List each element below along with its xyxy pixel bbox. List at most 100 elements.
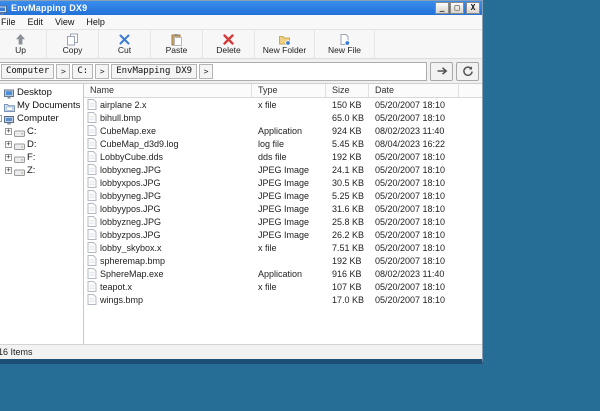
cell-date: 08/02/2023 11:40 bbox=[369, 126, 459, 136]
up-button[interactable]: Up bbox=[0, 30, 47, 58]
file-icon bbox=[87, 281, 97, 292]
cell-name: SphereMap.exe bbox=[84, 268, 252, 279]
breadcrumb-segment[interactable]: Computer bbox=[1, 64, 54, 79]
new-file-button[interactable]: New File bbox=[315, 30, 375, 58]
delete-button[interactable]: Delete bbox=[203, 30, 255, 58]
tree-item-z-[interactable]: +Z: bbox=[0, 164, 83, 177]
breadcrumb-chevron-icon[interactable]: > bbox=[56, 64, 70, 79]
cell-size: 26.2 KB bbox=[326, 230, 369, 240]
file-manager-window: EnvMapping DX9 _ □ X FileEditViewHelp Up… bbox=[0, 0, 483, 364]
cell-name: spheremap.bmp bbox=[84, 255, 252, 266]
file-icon bbox=[87, 268, 97, 279]
expand-icon[interactable]: + bbox=[5, 128, 12, 135]
title-bar[interactable]: EnvMapping DX9 _ □ X bbox=[0, 1, 482, 15]
file-icon bbox=[87, 112, 97, 123]
new-folder-button[interactable]: New Folder bbox=[255, 30, 315, 58]
breadcrumb-segment[interactable]: EnvMapping DX9 bbox=[111, 64, 197, 79]
go-button[interactable] bbox=[430, 62, 453, 81]
table-row[interactable]: LobbyCube.ddsdds file192 KB05/20/2007 18… bbox=[84, 150, 482, 163]
expand-icon[interactable]: + bbox=[5, 141, 12, 148]
table-row[interactable]: teapot.xx file107 KB05/20/2007 18:10 bbox=[84, 280, 482, 293]
documents-folder-icon bbox=[4, 100, 15, 111]
drive-icon bbox=[14, 152, 25, 163]
table-row[interactable]: airplane 2.xx file150 KB05/20/2007 18:10 bbox=[84, 98, 482, 111]
table-row[interactable]: lobbyxpos.JPGJPEG Image30.5 KB05/20/2007… bbox=[84, 176, 482, 189]
file-name: lobbyzneg.JPG bbox=[100, 217, 161, 227]
table-row[interactable]: lobbyyneg.JPGJPEG Image5.25 KB05/20/2007… bbox=[84, 189, 482, 202]
file-name: lobbyxpos.JPG bbox=[100, 178, 161, 188]
file-name: lobbyyneg.JPG bbox=[100, 191, 161, 201]
file-name: lobby_skybox.x bbox=[100, 243, 162, 253]
toolbar-button-label: Copy bbox=[63, 46, 83, 55]
cell-date: 08/02/2023 11:40 bbox=[369, 269, 459, 279]
breadcrumb-chevron-icon[interactable]: > bbox=[95, 64, 109, 79]
tree-item-desktop[interactable]: Desktop bbox=[0, 86, 83, 99]
toolbar-button-label: Cut bbox=[118, 46, 131, 55]
maximize-button[interactable]: □ bbox=[450, 2, 464, 14]
cell-date: 05/20/2007 18:10 bbox=[369, 191, 459, 201]
table-row[interactable]: bihull.bmp65.0 KB05/20/2007 18:10 bbox=[84, 111, 482, 124]
refresh-button[interactable] bbox=[456, 62, 479, 81]
cell-date: 05/20/2007 18:10 bbox=[369, 165, 459, 175]
menu-item-help[interactable]: Help bbox=[80, 15, 111, 30]
table-row[interactable]: lobby_skybox.xx file7.51 KB05/20/2007 18… bbox=[84, 241, 482, 254]
cell-name: CubeMap.exe bbox=[84, 125, 252, 136]
minimize-button[interactable]: _ bbox=[435, 2, 449, 14]
file-icon bbox=[87, 164, 97, 175]
cell-size: 31.6 KB bbox=[326, 204, 369, 214]
tree-item-d-[interactable]: +D: bbox=[0, 138, 83, 151]
table-row[interactable]: lobbyypos.JPGJPEG Image31.6 KB05/20/2007… bbox=[84, 202, 482, 215]
cell-date: 05/20/2007 18:10 bbox=[369, 100, 459, 110]
cell-type: Application bbox=[252, 126, 326, 136]
cell-type: JPEG Image bbox=[252, 191, 326, 201]
cell-size: 25.8 KB bbox=[326, 217, 369, 227]
cell-size: 17.0 KB bbox=[326, 295, 369, 305]
file-icon bbox=[87, 177, 97, 188]
expand-icon[interactable]: + bbox=[5, 167, 12, 174]
list-header: NameTypeSizeDate bbox=[84, 84, 482, 98]
cut-button[interactable]: Cut bbox=[99, 30, 151, 58]
column-header-size[interactable]: Size bbox=[326, 84, 369, 97]
tree-item-c-[interactable]: +C: bbox=[0, 125, 83, 138]
cell-date: 05/20/2007 18:10 bbox=[369, 256, 459, 266]
paste-button[interactable]: Paste bbox=[151, 30, 203, 58]
file-name: CubeMap.exe bbox=[100, 126, 156, 136]
collapse-icon[interactable]: - bbox=[0, 115, 2, 122]
tree-item-f-[interactable]: + F: bbox=[0, 151, 83, 164]
cell-name: airplane 2.x bbox=[84, 99, 252, 110]
breadcrumb-chevron-icon[interactable]: > bbox=[199, 64, 213, 79]
column-header-date[interactable]: Date bbox=[369, 84, 459, 97]
tree-item-label: My Documents bbox=[17, 100, 80, 111]
table-row[interactable]: lobbyzpos.JPGJPEG Image26.2 KB05/20/2007… bbox=[84, 228, 482, 241]
cell-date: 05/20/2007 18:10 bbox=[369, 113, 459, 123]
toolbar-button-label: Delete bbox=[216, 46, 241, 55]
cell-date: 05/20/2007 18:10 bbox=[369, 178, 459, 188]
column-header-name[interactable]: Name bbox=[84, 84, 252, 97]
column-header-type[interactable]: Type bbox=[252, 84, 326, 97]
cell-date: 05/20/2007 18:10 bbox=[369, 217, 459, 227]
tree-item-my-documents[interactable]: My Documents bbox=[0, 99, 83, 112]
menu-item-view[interactable]: View bbox=[49, 15, 80, 30]
table-row[interactable]: lobbyxneg.JPGJPEG Image24.1 KB05/20/2007… bbox=[84, 163, 482, 176]
cell-type: JPEG Image bbox=[252, 178, 326, 188]
cell-type: x file bbox=[252, 282, 326, 292]
menu-item-file[interactable]: File bbox=[0, 15, 22, 30]
table-row[interactable]: wings.bmp17.0 KB05/20/2007 18:10 bbox=[84, 293, 482, 306]
menu-item-edit[interactable]: Edit bbox=[22, 15, 50, 30]
table-row[interactable]: SphereMap.exeApplication916 KB08/02/2023… bbox=[84, 267, 482, 280]
status-bar: 16 Items bbox=[0, 344, 482, 359]
table-row[interactable]: spheremap.bmp192 KB05/20/2007 18:10 bbox=[84, 254, 482, 267]
table-row[interactable]: CubeMap_d3d9.loglog file5.45 KB08/04/202… bbox=[84, 137, 482, 150]
toolbar: Up Copy Cut Paste Delete New FolderNew File bbox=[0, 30, 482, 59]
breadcrumb-segment[interactable]: C: bbox=[72, 64, 93, 79]
tree-item-label: F: bbox=[27, 152, 35, 163]
close-button[interactable]: X bbox=[466, 2, 480, 14]
table-row[interactable]: CubeMap.exeApplication924 KB08/02/2023 1… bbox=[84, 124, 482, 137]
tree-item-computer[interactable]: -Computer bbox=[0, 112, 83, 125]
cell-name: lobbyypos.JPG bbox=[84, 203, 252, 214]
table-row[interactable]: lobbyzneg.JPGJPEG Image25.8 KB05/20/2007… bbox=[84, 215, 482, 228]
copy-button[interactable]: Copy bbox=[47, 30, 99, 58]
file-icon bbox=[87, 138, 97, 149]
cell-name: lobbyxneg.JPG bbox=[84, 164, 252, 175]
expand-icon[interactable]: + bbox=[5, 154, 12, 161]
